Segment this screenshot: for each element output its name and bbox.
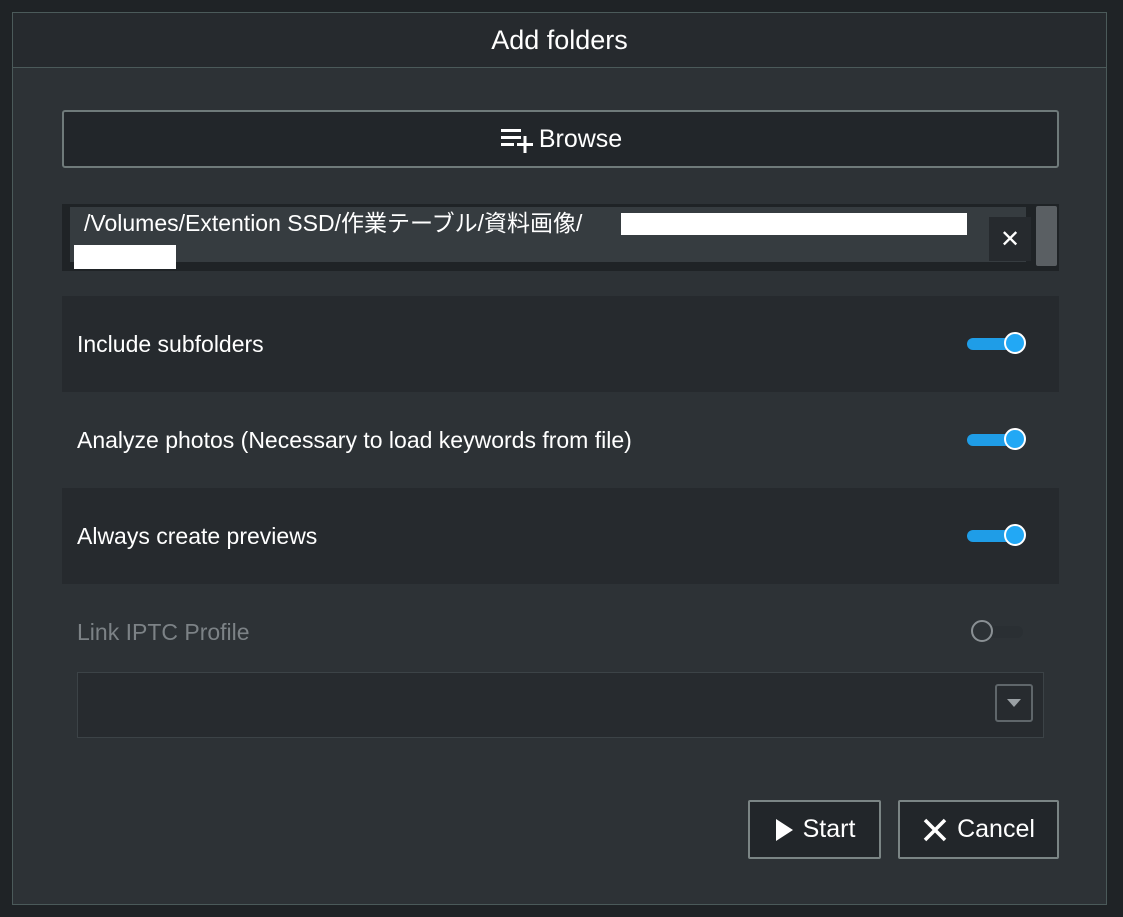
option-label: Analyze photos (Necessary to load keywor… xyxy=(77,426,632,453)
analyze-photos-toggle[interactable] xyxy=(967,428,1029,454)
always-create-previews-toggle[interactable] xyxy=(967,524,1029,550)
option-include-subfolders: Include subfolders xyxy=(62,296,1059,392)
dialog-title-bar: Add folders xyxy=(13,13,1106,68)
option-label: Include subfolders xyxy=(77,330,264,357)
link-iptc-profile-toggle[interactable] xyxy=(967,620,1029,646)
folder-path: /Volumes/Extention SSD/作業テーブル/資料画像/ xyxy=(84,210,583,236)
toggle-knob xyxy=(971,620,993,642)
remove-folder-button[interactable]: ✕ xyxy=(989,217,1031,261)
include-subfolders-toggle[interactable] xyxy=(967,332,1029,358)
browse-button[interactable]: Browse xyxy=(62,110,1059,168)
option-label: Always create previews xyxy=(77,522,318,549)
caret-down-icon xyxy=(1007,699,1021,707)
iptc-profile-select[interactable] xyxy=(77,672,1044,738)
option-always-create-previews: Always create previews xyxy=(62,488,1059,584)
start-label: Start xyxy=(802,815,856,843)
toggle-knob xyxy=(1004,524,1026,546)
redacted-path-segment xyxy=(74,245,176,269)
folder-list-scrollbar[interactable] xyxy=(1034,204,1059,271)
start-button[interactable]: Start xyxy=(748,800,881,859)
add-folders-dialog: Add folders Browse /Volumes/Extention SS… xyxy=(12,12,1107,905)
play-icon xyxy=(775,818,793,841)
cancel-label: Cancel xyxy=(957,815,1035,843)
dialog-title: Add folders xyxy=(491,24,628,55)
folder-list-item[interactable]: /Volumes/Extention SSD/作業テーブル/資料画像/ ✕ xyxy=(70,207,1031,269)
redacted-path-segment xyxy=(621,213,967,235)
option-label: Link IPTC Profile xyxy=(77,618,250,645)
cancel-button[interactable]: Cancel xyxy=(898,800,1059,859)
option-analyze-photos: Analyze photos (Necessary to load keywor… xyxy=(62,392,1059,488)
toggle-knob xyxy=(1004,332,1026,354)
option-link-iptc-profile: Link IPTC Profile xyxy=(62,584,1059,680)
folder-list: /Volumes/Extention SSD/作業テーブル/資料画像/ ✕ xyxy=(62,204,1059,271)
close-icon xyxy=(923,818,947,841)
browse-label: Browse xyxy=(538,124,623,153)
close-icon: ✕ xyxy=(999,225,1021,253)
scrollbar-thumb[interactable] xyxy=(1036,206,1057,266)
playlist-add-icon xyxy=(500,129,533,153)
dropdown-toggle[interactable] xyxy=(995,684,1033,722)
toggle-knob xyxy=(1004,428,1026,450)
